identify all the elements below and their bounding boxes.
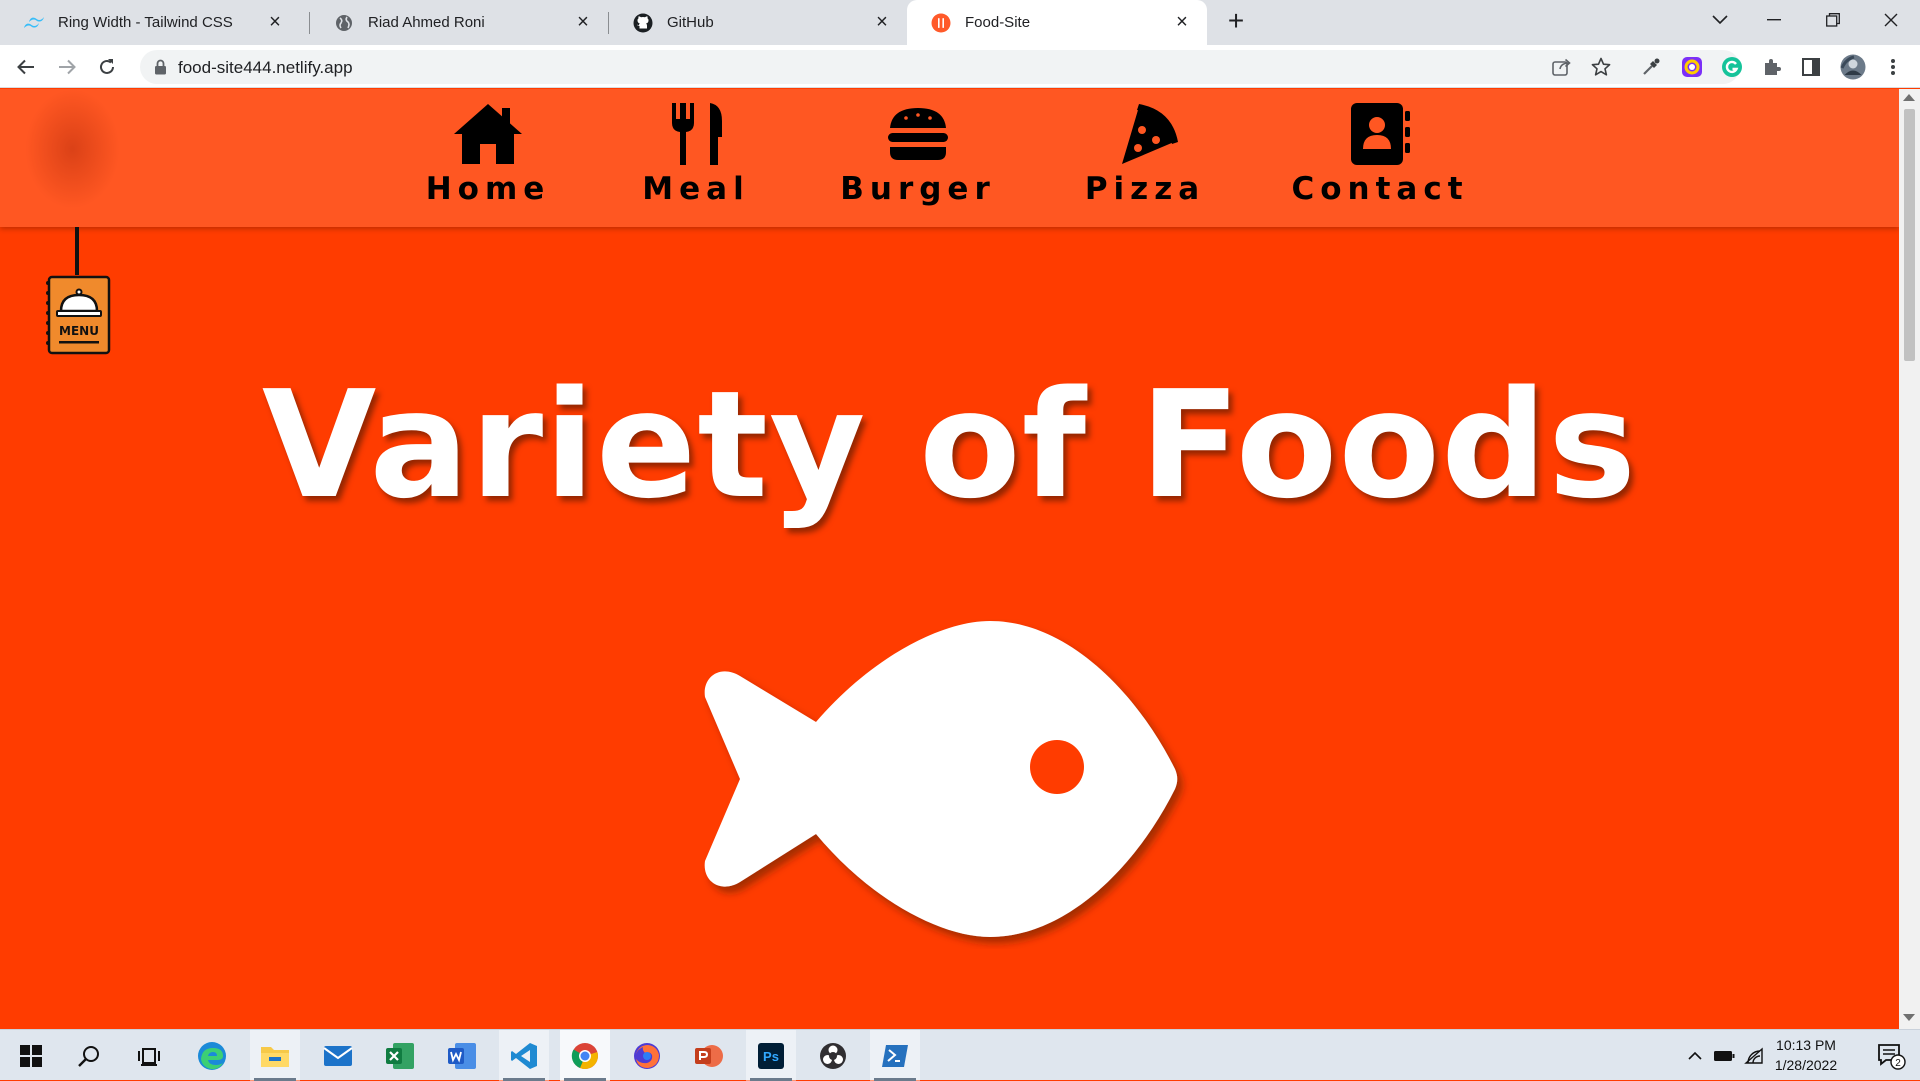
tab-title: Ring Width - Tailwind CSS xyxy=(58,14,233,31)
food-site-icon xyxy=(931,13,951,33)
firefox-icon[interactable] xyxy=(622,1030,672,1081)
side-panel-icon[interactable] xyxy=(1797,53,1825,81)
system-clock[interactable]: 10:13 PM 1/28/2022 xyxy=(1760,1035,1852,1075)
powershell-icon[interactable] xyxy=(870,1030,920,1081)
page-headline: Variety of Foods xyxy=(261,359,1638,531)
extensions-puzzle-icon[interactable] xyxy=(1758,53,1786,81)
page-scrollbar[interactable] xyxy=(1899,89,1920,1029)
windows-taskbar: Ps 10:13 PM 1/28/2022 2 xyxy=(0,1029,1920,1081)
pizza-icon xyxy=(1105,99,1185,169)
tab-riad-ahmed-roni[interactable]: Riad Ahmed Roni × xyxy=(310,0,608,45)
show-hidden-icons-icon[interactable] xyxy=(1682,1030,1708,1081)
scroll-up-arrow-icon[interactable] xyxy=(1903,94,1915,101)
tab-tailwind[interactable]: Ring Width - Tailwind CSS × xyxy=(0,0,300,45)
restore-button[interactable] xyxy=(1806,0,1860,40)
tab-github[interactable]: GitHub × xyxy=(609,0,907,45)
nav-item-meal[interactable]: Meal xyxy=(626,99,766,207)
bookmark-star-icon[interactable] xyxy=(1587,53,1615,81)
chrome-icon[interactable] xyxy=(560,1030,610,1081)
reload-button[interactable] xyxy=(91,51,123,83)
minimize-button[interactable] xyxy=(1747,0,1801,40)
clock-date: 1/28/2022 xyxy=(1774,1057,1838,1073)
search-icon[interactable] xyxy=(64,1030,114,1081)
battery-icon[interactable] xyxy=(1710,1030,1738,1081)
tab-title: Riad Ahmed Roni xyxy=(368,14,485,31)
nav-item-home[interactable]: Home xyxy=(418,99,558,207)
photoshop-icon[interactable]: Ps xyxy=(746,1030,796,1081)
tab-food-site[interactable]: Food-Site × xyxy=(907,0,1207,45)
nav-label: Contact xyxy=(1291,171,1469,207)
scroll-down-arrow-icon[interactable] xyxy=(1903,1014,1915,1021)
powerpoint-icon[interactable] xyxy=(684,1030,734,1081)
tab-search-icon[interactable] xyxy=(1693,0,1747,40)
word-icon[interactable] xyxy=(437,1030,487,1081)
menu-sign-string xyxy=(75,227,79,275)
grammarly-icon[interactable] xyxy=(1718,53,1746,81)
back-button[interactable] xyxy=(10,51,42,83)
close-tab-icon[interactable]: × xyxy=(1171,11,1193,33)
notification-count: 2 xyxy=(1895,1058,1901,1069)
nav-label: Burger xyxy=(840,171,996,207)
close-tab-icon[interactable]: × xyxy=(264,11,286,33)
obs-icon[interactable] xyxy=(808,1030,858,1081)
browser-toolbar: food-site444.netlify.app xyxy=(0,45,1920,88)
scrollbar-thumb[interactable] xyxy=(1904,109,1915,361)
notification-center-icon[interactable]: 2 xyxy=(1866,1030,1916,1081)
nav-item-burger[interactable]: Burger xyxy=(838,99,998,207)
close-tab-icon[interactable]: × xyxy=(871,11,893,33)
contact-book-icon xyxy=(1340,99,1420,169)
menu-sign-text: MENU xyxy=(59,324,99,338)
burger-icon xyxy=(878,99,958,169)
menu-sign-button[interactable]: MENU xyxy=(45,275,111,355)
tab-title: GitHub xyxy=(667,14,714,31)
address-bar[interactable]: food-site444.netlify.app xyxy=(140,50,1740,84)
excel-icon[interactable] xyxy=(375,1030,425,1081)
browser-tab-strip: Ring Width - Tailwind CSS × Riad Ahmed R… xyxy=(0,0,1920,45)
task-view-icon[interactable] xyxy=(124,1030,174,1081)
vscode-icon[interactable] xyxy=(499,1030,549,1081)
close-window-button[interactable] xyxy=(1864,0,1918,40)
lock-icon xyxy=(154,59,168,75)
nav-label: Meal xyxy=(642,171,750,207)
tab-title: Food-Site xyxy=(965,14,1031,31)
edge-icon[interactable] xyxy=(187,1030,237,1081)
file-explorer-icon[interactable] xyxy=(250,1030,300,1081)
eyedropper-icon[interactable] xyxy=(1637,53,1665,81)
url-text: food-site444.netlify.app xyxy=(178,58,353,77)
new-tab-button[interactable]: + xyxy=(1220,6,1252,38)
browser-menu-icon[interactable] xyxy=(1879,53,1907,81)
house-icon xyxy=(448,99,528,169)
color-picker-extension-icon[interactable] xyxy=(1678,53,1706,81)
fish-icon xyxy=(704,621,1178,937)
mail-icon[interactable] xyxy=(313,1030,363,1081)
nav-label: Pizza xyxy=(1084,171,1206,207)
close-tab-icon[interactable]: × xyxy=(572,11,594,33)
blurred-decoration xyxy=(25,89,120,209)
forward-button[interactable] xyxy=(51,51,83,83)
nav-label: Home xyxy=(425,171,551,207)
tailwind-icon xyxy=(24,13,44,33)
windows-start-icon[interactable] xyxy=(6,1030,56,1081)
share-icon[interactable] xyxy=(1548,53,1576,81)
github-icon xyxy=(633,13,653,33)
page-viewport: Home Meal Burger Pizza Contact MENU Vari… xyxy=(0,89,1899,1029)
nav-item-contact[interactable]: Contact xyxy=(1291,99,1465,207)
site-navbar: Home Meal Burger Pizza Contact xyxy=(0,89,1899,227)
nav-item-pizza[interactable]: Pizza xyxy=(1075,99,1215,207)
utensils-icon xyxy=(656,99,736,169)
profile-avatar[interactable] xyxy=(1839,53,1867,81)
clock-time: 10:13 PM xyxy=(1776,1037,1836,1053)
globe-icon xyxy=(334,13,354,33)
svg-text:Ps: Ps xyxy=(763,1049,779,1064)
